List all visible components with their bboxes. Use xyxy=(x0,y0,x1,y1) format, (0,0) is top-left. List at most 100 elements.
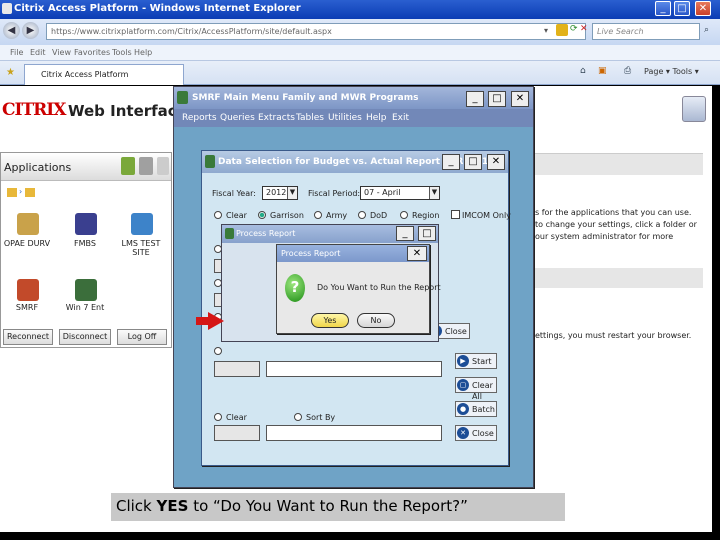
selection-close-icon[interactable]: ✕ xyxy=(487,154,505,170)
address-bar-row: ◀ ▶ https://www.citrixplatform.com/Citri… xyxy=(0,19,720,45)
disconnect-button[interactable]: Disconnect xyxy=(59,329,111,345)
process-outer-minimize-icon[interactable]: _ xyxy=(396,226,414,241)
smrf-menu-reports[interactable]: Reports xyxy=(182,113,217,123)
radio-clear-label: Clear xyxy=(226,211,247,220)
radio-region[interactable] xyxy=(400,211,408,219)
home-link[interactable]: › xyxy=(19,187,22,196)
applications-panel: Applications › OPAE DURV FMBS LMS TEST S… xyxy=(0,152,172,348)
smrf-app-small-icon xyxy=(177,91,188,104)
minimize-icon[interactable]: _ xyxy=(655,1,671,16)
smrf-menu-tables[interactable]: Tables xyxy=(296,113,324,123)
close-icon[interactable]: ✕ xyxy=(695,1,711,16)
radio-region-label: Region xyxy=(412,211,440,220)
favorites-star-icon[interactable]: ★ xyxy=(6,67,15,78)
home-folder-icon[interactable] xyxy=(7,188,17,197)
menu-edit[interactable]: Edit xyxy=(30,48,46,57)
menu-help[interactable]: Help xyxy=(134,48,152,57)
back-icon[interactable]: ◀ xyxy=(3,22,20,39)
clear-icon: ▢ xyxy=(457,379,469,391)
no-button[interactable]: No xyxy=(357,313,395,328)
smrf-app-icon[interactable] xyxy=(17,279,39,301)
text-row-5[interactable] xyxy=(266,361,442,377)
logoff-button[interactable]: Log Off xyxy=(117,329,167,345)
combo-row-5[interactable] xyxy=(214,361,260,377)
refresh-apps-icon[interactable] xyxy=(139,157,153,175)
radio-army-label: Army xyxy=(326,211,348,220)
smrf-menu-help[interactable]: Help xyxy=(366,113,387,123)
dialog-close-icon[interactable]: ✕ xyxy=(407,246,427,261)
imcom-checkbox[interactable] xyxy=(451,210,460,219)
smrf-maximize-icon[interactable]: □ xyxy=(488,91,506,107)
fiscal-period-select[interactable]: 07 - April ▼ xyxy=(360,186,440,200)
process-report-dialog: Process Report ✕ ? Do You Want to Run th… xyxy=(276,244,441,334)
reconnect-button[interactable]: Reconnect xyxy=(3,329,53,345)
instruction-caption: Click YES to “Do You Want to Run the Rep… xyxy=(111,493,565,521)
smrf-menu-extracts[interactable]: Extracts xyxy=(258,113,295,123)
radio-clear[interactable] xyxy=(214,211,222,219)
x-icon: ✕ xyxy=(457,427,469,439)
chevron-down-icon: ▼ xyxy=(287,187,297,199)
menu-view[interactable]: View xyxy=(52,48,71,57)
citrix-logo: CITRIX xyxy=(2,100,66,120)
address-dropdown-icon[interactable]: ▾ xyxy=(544,26,548,35)
selection-maximize-icon[interactable]: □ xyxy=(464,154,482,170)
refresh-icon[interactable]: ⟳ xyxy=(570,24,578,34)
folder-icon[interactable] xyxy=(25,188,35,197)
lms-app-label[interactable]: LMS TEST SITE xyxy=(113,239,169,257)
radio-garrison-label: Garrison xyxy=(270,211,304,220)
fiscal-year-select[interactable]: 2012 ▼ xyxy=(262,186,298,200)
tree-view-icon[interactable] xyxy=(121,157,135,175)
process-outer-app-icon xyxy=(225,228,234,239)
fmbs-app-label[interactable]: FMBS xyxy=(57,239,113,248)
radio-row-5[interactable] xyxy=(214,347,222,355)
info-line-3: our system administrator for more xyxy=(535,232,674,241)
search-input[interactable]: Live Search xyxy=(592,23,700,40)
start-button[interactable]: ▶ Start xyxy=(455,353,497,369)
smrf-menu-queries[interactable]: Queries xyxy=(220,113,255,123)
opae-app-label[interactable]: OPAE DURV xyxy=(0,239,55,248)
menu-tools[interactable]: Tools xyxy=(112,48,132,57)
batch-button[interactable]: ● Batch xyxy=(455,401,497,417)
print-icon[interactable]: ⎙ xyxy=(624,66,631,76)
yes-button[interactable]: Yes xyxy=(311,313,349,328)
fiscal-year-label: Fiscal Year: xyxy=(212,189,256,198)
smrf-menu-utilities[interactable]: Utilities xyxy=(328,113,362,123)
close-button-bottom[interactable]: ✕ Close xyxy=(455,425,497,441)
maximize-icon[interactable]: □ xyxy=(674,1,690,16)
win7-app-icon[interactable] xyxy=(75,279,97,301)
address-input[interactable]: https://www.citrixplatform.com/Citrix/Ac… xyxy=(46,23,586,40)
opae-app-icon[interactable] xyxy=(17,213,39,235)
smrf-app-label[interactable]: SMRF xyxy=(0,303,55,312)
home-icon[interactable]: ⌂ xyxy=(580,66,586,76)
ie-logo-icon xyxy=(2,3,12,14)
fiscal-period-label: Fiscal Period: xyxy=(308,189,361,198)
smrf-close-icon[interactable]: ✕ xyxy=(511,91,529,107)
sort-text[interactable] xyxy=(266,425,442,441)
search-icon[interactable]: ⌕ xyxy=(704,25,709,35)
search-apps-icon[interactable] xyxy=(157,157,169,175)
radio-sort-by[interactable] xyxy=(294,413,302,421)
settings-header xyxy=(535,268,703,288)
page-tools-menu[interactable]: Page ▾ Tools ▾ xyxy=(644,67,699,76)
radio-bottom-clear[interactable] xyxy=(214,413,222,421)
selection-minimize-icon[interactable]: _ xyxy=(442,154,460,170)
win7-app-label[interactable]: Win 7 Ent xyxy=(57,303,113,312)
sort-combo[interactable] xyxy=(214,425,260,441)
settings-app-icon[interactable] xyxy=(682,96,706,122)
fmbs-app-icon[interactable] xyxy=(75,213,97,235)
radio-army[interactable] xyxy=(314,211,322,219)
stop-icon[interactable]: ✕ xyxy=(580,24,588,34)
radio-garrison[interactable] xyxy=(258,211,266,219)
clear-all-button[interactable]: ▢ Clear All xyxy=(455,377,497,401)
process-outer-maximize-icon[interactable]: □ xyxy=(418,226,436,241)
feeds-icon[interactable]: ▣ xyxy=(598,66,607,76)
radio-dod[interactable] xyxy=(358,211,366,219)
smrf-menu-exit[interactable]: Exit xyxy=(392,113,409,123)
smrf-minimize-icon[interactable]: _ xyxy=(466,91,484,107)
lock-icon[interactable] xyxy=(556,24,568,36)
menu-file[interactable]: File xyxy=(10,48,23,57)
tab-citrix[interactable]: Citrix Access Platform xyxy=(24,64,184,85)
lms-app-icon[interactable] xyxy=(131,213,153,235)
forward-icon[interactable]: ▶ xyxy=(22,22,39,39)
menu-favorites[interactable]: Favorites xyxy=(74,48,110,57)
